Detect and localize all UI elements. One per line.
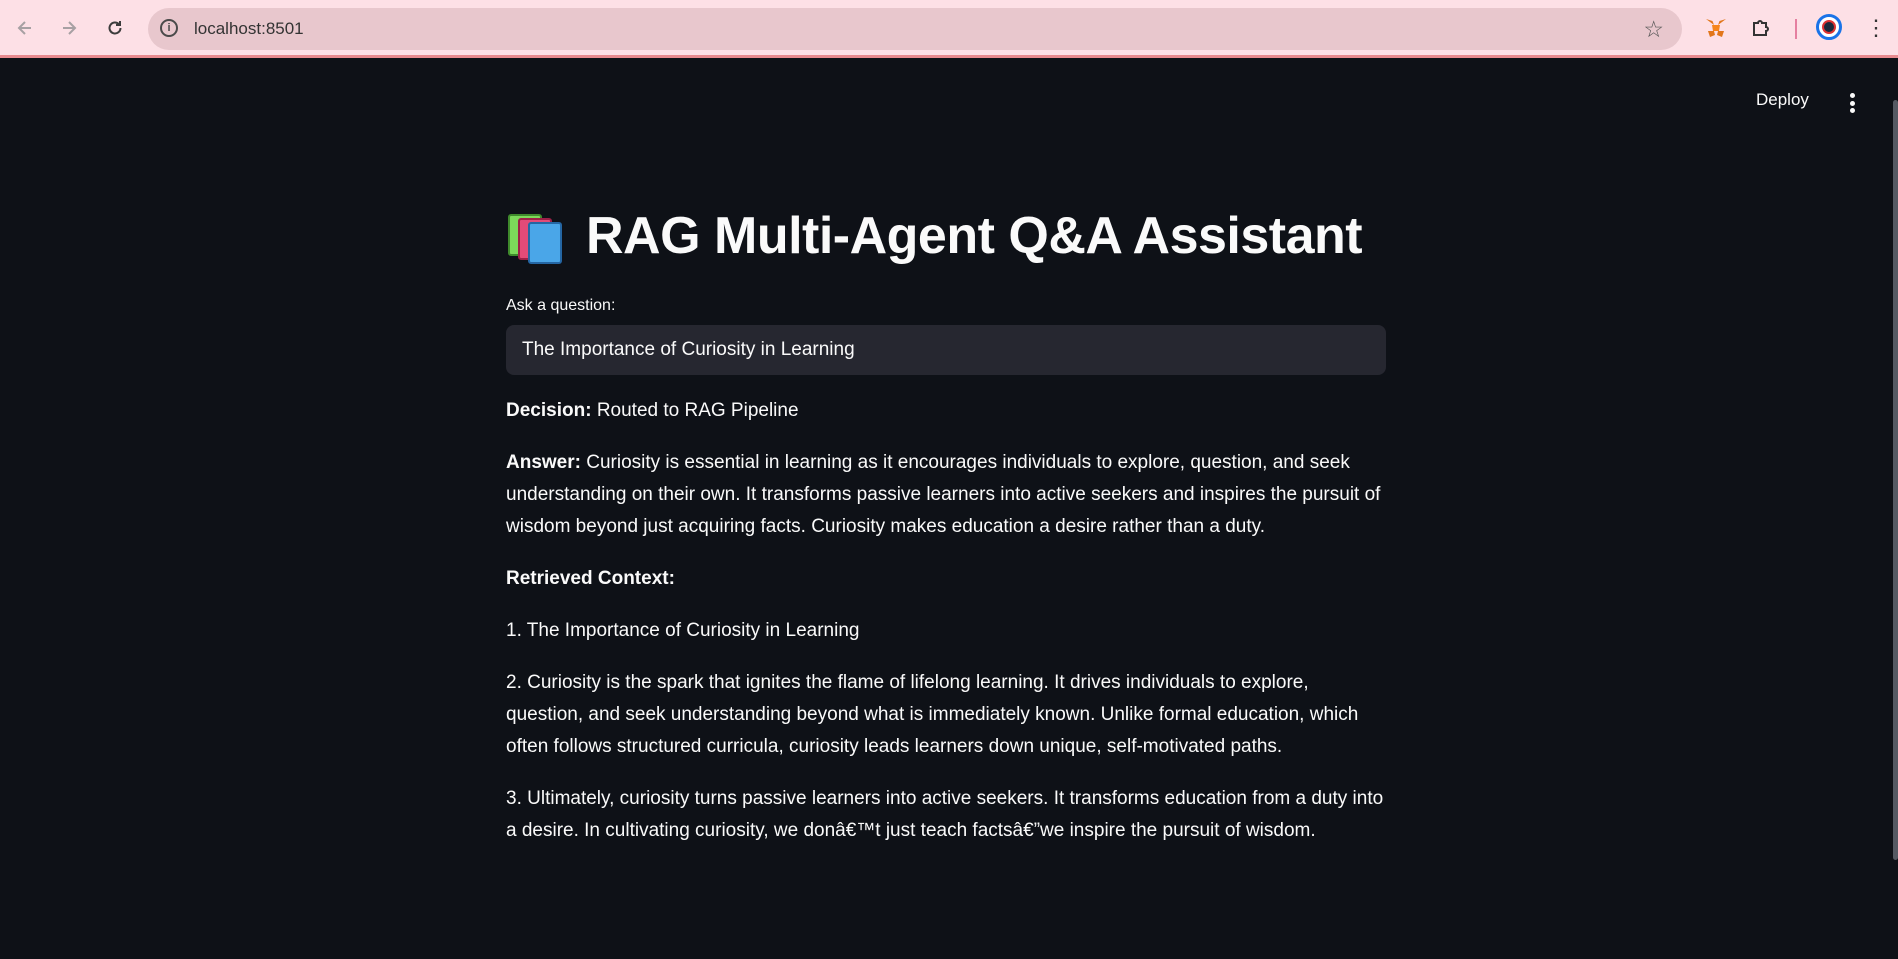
decision-label: Decision:: [506, 400, 592, 421]
forward-icon[interactable]: [54, 13, 84, 43]
menu-icon[interactable]: ⋮: [1862, 14, 1890, 42]
page-title: RAG Multi-Agent Q&A Assistant: [506, 200, 1386, 272]
context-item: 3. Ultimately, curiosity turns passive l…: [506, 788, 1384, 841]
answer-label: Answer:: [506, 452, 581, 473]
profile-icon[interactable]: [1816, 14, 1842, 40]
page-title-text: RAG Multi-Agent Q&A Assistant: [586, 207, 1363, 265]
back-icon[interactable]: [10, 13, 40, 43]
url-text[interactable]: localhost:8501: [194, 19, 304, 39]
address-bar[interactable]: i localhost:8501 ☆: [148, 8, 1682, 50]
decision-value: Routed to RAG Pipeline: [596, 400, 799, 421]
metamask-icon[interactable]: [1702, 14, 1730, 42]
context-heading: Retrieved Context:: [506, 563, 1386, 595]
star-icon[interactable]: ☆: [1643, 16, 1664, 43]
context-item: 1. The Importance of Curiosity in Learni…: [506, 620, 860, 641]
reload-icon[interactable]: [100, 13, 130, 43]
scrollbar[interactable]: [1893, 100, 1898, 860]
context-label: Retrieved Context:: [506, 568, 675, 589]
answer-value: Curiosity is essential in learning as it…: [506, 452, 1381, 537]
site-info-icon[interactable]: i: [160, 19, 178, 37]
context-item: 2. Curiosity is the spark that ignites t…: [506, 672, 1359, 757]
question-label: Ask a question:: [506, 297, 616, 314]
browser-toolbar: i localhost:8501 ☆ ⋮: [0, 0, 1898, 58]
app-menu-icon[interactable]: [1848, 93, 1856, 113]
question-input[interactable]: [506, 325, 1386, 375]
decision-line: Decision: Routed to RAG Pipeline: [506, 395, 1386, 427]
answer-line: Answer: Curiosity is essential in learni…: [506, 447, 1386, 543]
books-icon: [506, 210, 564, 264]
toolbar-divider: [1795, 19, 1797, 39]
deploy-button[interactable]: Deploy: [1756, 90, 1809, 110]
extensions-icon[interactable]: [1747, 14, 1775, 42]
main-content: RAG Multi-Agent Q&A Assistant Ask a ques…: [506, 200, 1386, 847]
